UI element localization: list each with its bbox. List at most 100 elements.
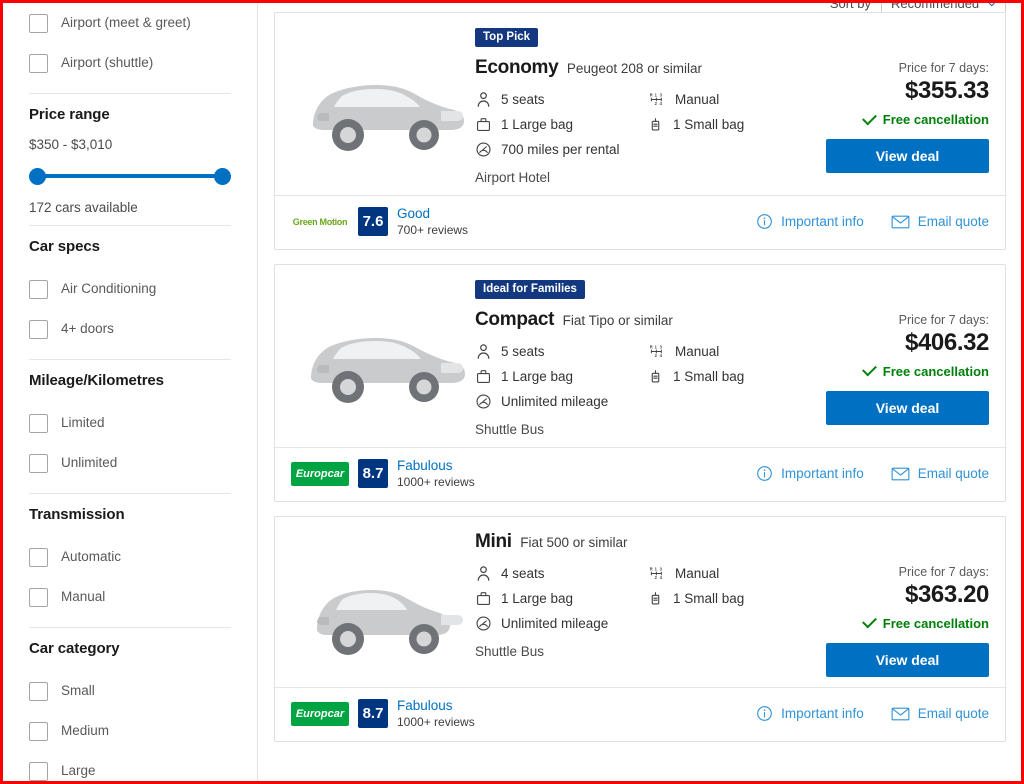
email-quote-link[interactable]: Email quote	[891, 706, 989, 722]
important-info-link[interactable]: Important info	[756, 213, 864, 230]
filter-option-limited[interactable]: Limited	[29, 403, 231, 443]
price-column: Price for 7 days: $355.33 Free cancellat…	[799, 27, 989, 185]
spec-large-bag-label: 1 Large bag	[501, 368, 574, 384]
section-title-car-specs: Car specs	[29, 238, 100, 255]
checkbox-icon[interactable]	[29, 413, 48, 433]
checkbox-icon[interactable]	[29, 761, 48, 781]
suitcase-icon	[475, 368, 492, 385]
spec-seats: 5 seats	[475, 343, 647, 360]
sort-by-value: Recommended	[891, 3, 980, 11]
checkbox-icon[interactable]	[29, 53, 48, 73]
spec-small-bag: 1 Small bag	[647, 590, 799, 607]
review-score-badge: 8.7	[358, 699, 388, 729]
check-icon	[861, 613, 877, 629]
pickup-location: Shuttle Bus	[475, 643, 545, 659]
sort-by-select[interactable]: Recommended	[881, 3, 1006, 12]
svg-text:4: 4	[660, 353, 663, 358]
filter-option-automatic[interactable]: Automatic	[29, 537, 231, 577]
car-result-card[interactable]: Mini Fiat 500 or similar 4 seats R1324 M…	[274, 515, 1006, 742]
filter-option-medium[interactable]: Medium	[29, 711, 231, 751]
checkbox-icon[interactable]	[29, 13, 48, 33]
car-title-row: Compact Fiat Tipo or similar	[475, 309, 799, 331]
check-icon	[861, 110, 877, 125]
view-deal-button[interactable]: View deal	[826, 642, 989, 677]
envelope-icon	[891, 706, 910, 722]
email-quote-link[interactable]: Email quote	[891, 214, 989, 230]
filter-label: Airport (shuttle)	[61, 55, 154, 71]
checkbox-icon[interactable]	[29, 681, 48, 701]
mileage-gauge-icon	[475, 393, 492, 410]
email-quote-label: Email quote	[917, 706, 989, 722]
divider	[29, 493, 231, 494]
important-info-link[interactable]: Important info	[756, 705, 864, 722]
envelope-icon	[891, 214, 910, 230]
email-quote-label: Email quote	[917, 466, 989, 482]
checkbox-icon[interactable]	[29, 587, 48, 607]
spec-seats: 5 seats	[475, 91, 647, 108]
car-result-card[interactable]: Top Pick Economy Peugeot 208 or similar …	[274, 12, 1006, 250]
filter-option-pickup-1[interactable]: Airport (shuttle)	[29, 43, 231, 83]
filter-label: Medium	[61, 723, 110, 739]
sort-bar: Sort by Recommended	[274, 3, 1006, 12]
filter-option-4-doors[interactable]: 4+ doors	[29, 309, 231, 349]
filter-label: Automatic	[61, 549, 122, 565]
car-class: Mini	[475, 530, 512, 552]
filter-option-manual[interactable]: Manual	[29, 577, 231, 617]
spec-large-bag: 1 Large bag	[475, 590, 647, 607]
footer-actions: Important info Email quote	[756, 705, 989, 722]
divider	[29, 359, 231, 360]
checkbox-icon[interactable]	[29, 453, 48, 473]
price-amount: $355.33	[905, 77, 989, 104]
spec-transmission-label: Manual	[675, 343, 720, 359]
spec-seats-label: 5 seats	[501, 343, 545, 359]
spec-mileage: Unlimited mileage	[475, 615, 647, 632]
svg-text:3: 3	[660, 93, 663, 98]
car-result-card[interactable]: Ideal for Families Compact Fiat Tipo or …	[274, 263, 1006, 502]
car-specs: 5 seats R1324 Manual 1 Large bag 1 Small…	[475, 343, 799, 410]
checkbox-icon[interactable]	[29, 721, 48, 741]
email-quote-link[interactable]: Email quote	[891, 466, 989, 482]
spec-transmission: R1324 Manual	[647, 565, 799, 582]
person-icon	[475, 91, 492, 108]
car-specs: 4 seats R1324 Manual 1 Large bag 1 Small…	[475, 565, 799, 632]
chevron-down-icon	[986, 3, 999, 7]
supplier-logo: Europcar	[291, 701, 349, 726]
checkbox-icon[interactable]	[29, 319, 48, 339]
filter-option-large[interactable]: Large	[29, 751, 231, 781]
important-info-link[interactable]: Important info	[756, 465, 864, 482]
filter-option-pickup-0[interactable]: Airport (meet & greet)	[29, 3, 231, 43]
view-deal-button[interactable]: View deal	[826, 390, 989, 425]
checkbox-icon[interactable]	[29, 547, 48, 567]
slider-handle-min[interactable]	[29, 168, 46, 185]
price-range-slider[interactable]	[29, 166, 231, 186]
suitcase-icon	[475, 590, 492, 607]
svg-text:4: 4	[660, 101, 663, 106]
filter-option-unlimited[interactable]: Unlimited	[29, 443, 231, 483]
info-icon	[756, 465, 773, 482]
svg-text:3: 3	[660, 566, 663, 571]
small-bag-icon	[647, 116, 664, 133]
rating-text: Good 700+ reviews	[397, 206, 468, 238]
checkbox-icon[interactable]	[29, 279, 48, 299]
price-period-label: Price for 7 days:	[898, 564, 989, 579]
car-details: Top Pick Economy Peugeot 208 or similar …	[471, 27, 799, 185]
email-quote-label: Email quote	[917, 214, 989, 230]
spec-seats-label: 4 seats	[501, 565, 545, 581]
spec-mileage: Unlimited mileage	[475, 393, 647, 410]
supplier-rating-group: Europcar 8.7 Fabulous 1000+ reviews	[291, 458, 475, 490]
view-deal-button[interactable]: View deal	[826, 139, 989, 173]
price-range-value: $350 - $3,010	[29, 137, 113, 152]
card-footer: Green Motion 7.6 Good 700+ reviews Impor…	[275, 195, 1005, 249]
spec-small-bag-label: 1 Small bag	[673, 590, 745, 606]
slider-handle-max[interactable]	[214, 168, 231, 185]
price-amount: $406.32	[905, 328, 989, 356]
envelope-icon	[891, 466, 910, 482]
spec-seats-label: 5 seats	[501, 91, 545, 107]
free-cancellation-note: Free cancellation	[861, 613, 989, 631]
svg-text:R: R	[650, 93, 653, 98]
free-cancellation-label: Free cancellation	[882, 363, 989, 379]
filter-option-air-conditioning[interactable]: Air Conditioning	[29, 269, 231, 309]
filter-option-small[interactable]: Small	[29, 671, 231, 711]
review-count: 1000+ reviews	[397, 474, 475, 489]
gearbox-icon: R1324	[647, 565, 666, 582]
